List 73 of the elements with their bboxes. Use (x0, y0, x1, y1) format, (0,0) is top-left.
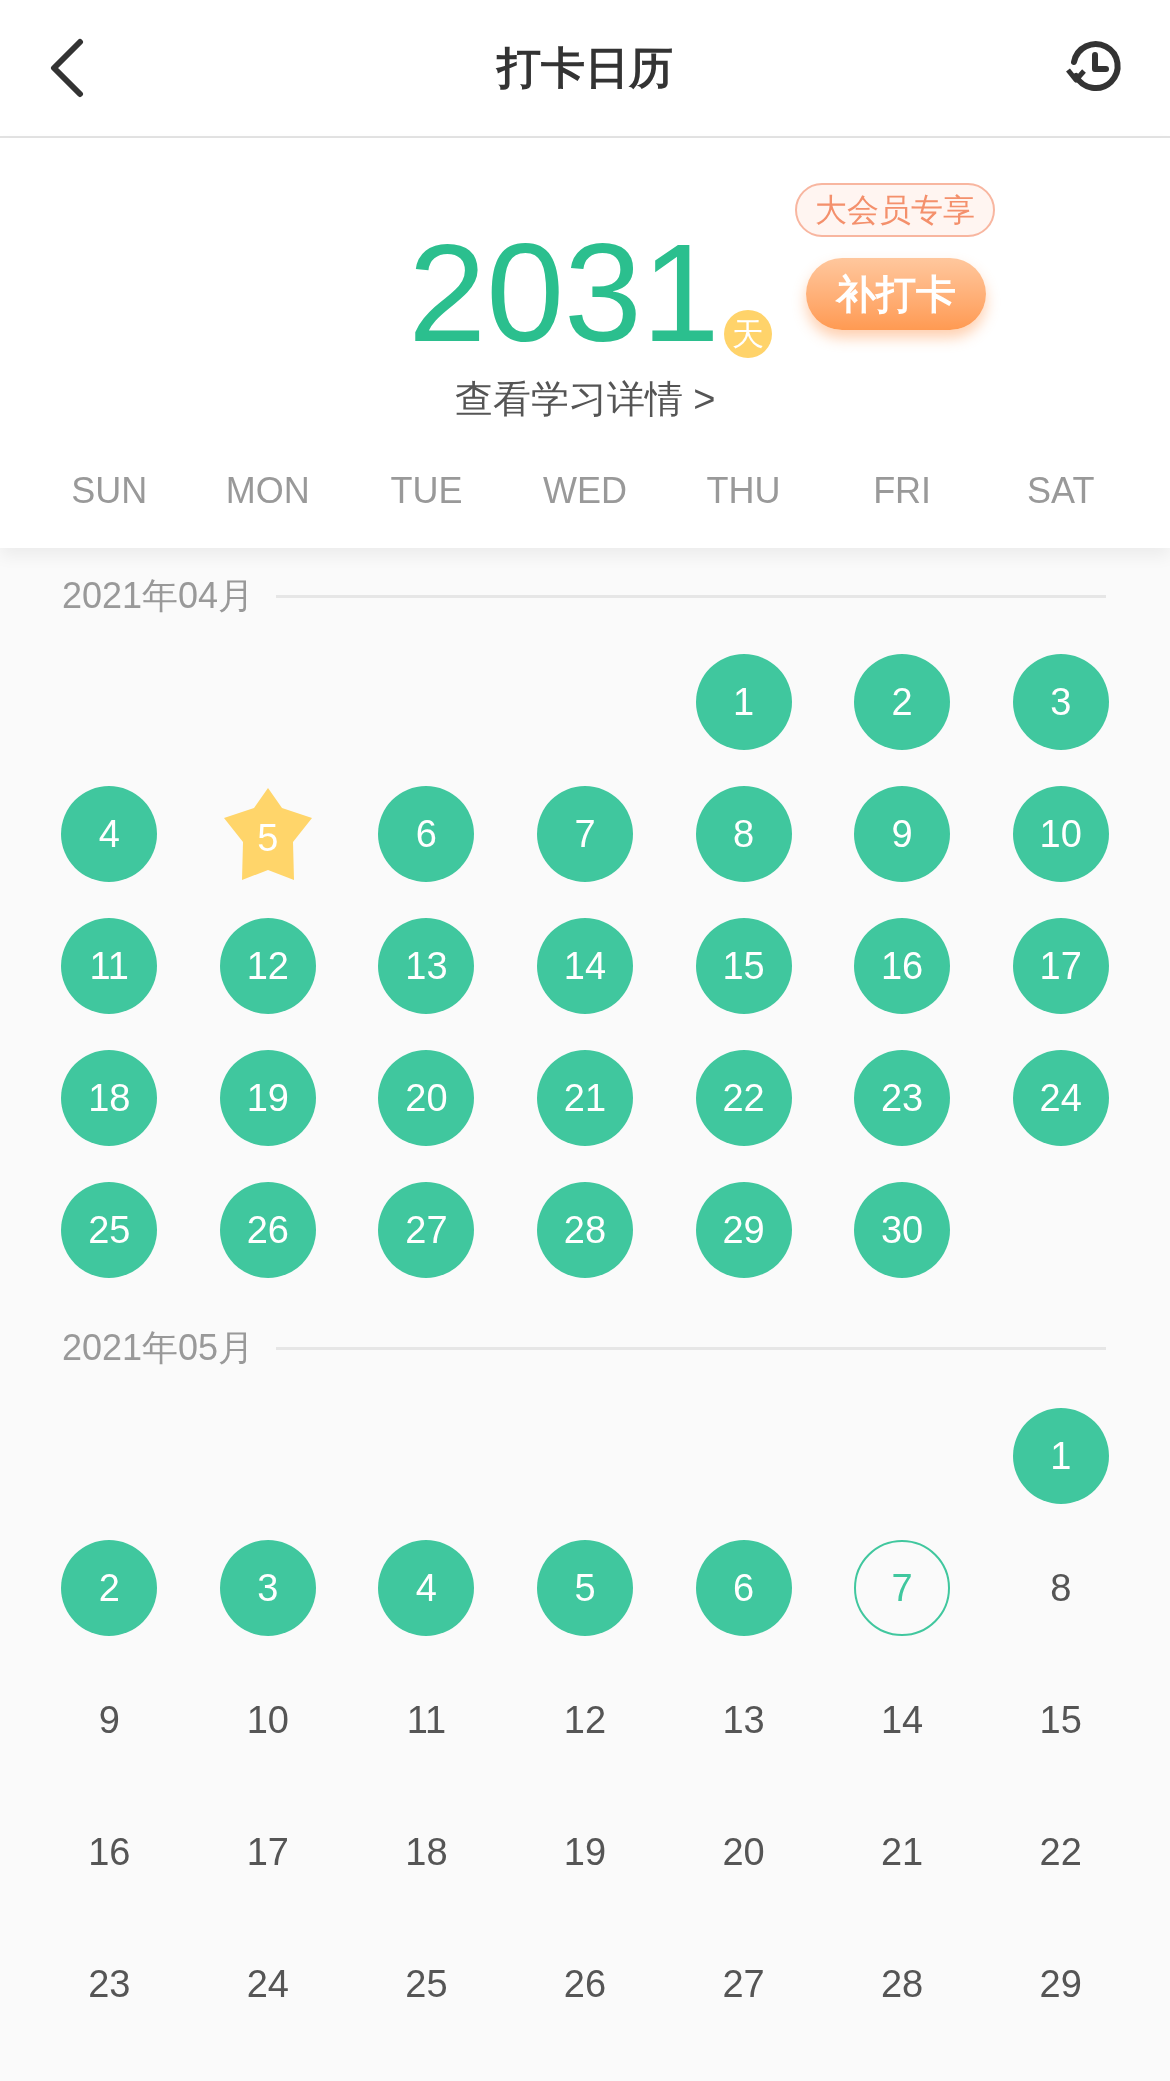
checked-day[interactable]: 10 (1012, 786, 1109, 882)
calendar-day[interactable]: 8 (1050, 1559, 1072, 1617)
checked-day[interactable]: 22 (695, 1050, 792, 1146)
checked-day[interactable]: 19 (219, 1050, 316, 1146)
calendar-day[interactable]: 17 (246, 1823, 289, 1881)
checked-day[interactable]: 20 (378, 1050, 475, 1146)
today-day[interactable]: 7 (854, 1540, 951, 1636)
checked-day[interactable]: 26 (219, 1182, 316, 1278)
month-label: 2021年04月 (62, 574, 255, 618)
calendar-day[interactable]: 22 (1039, 1823, 1082, 1881)
page-title: 打卡日历 (497, 42, 673, 94)
weekday-label: THU (706, 469, 781, 513)
calendar-day[interactable]: 12 (563, 1691, 607, 1749)
weekday-label: MON (225, 469, 310, 513)
checked-day[interactable]: 24 (1012, 1050, 1109, 1146)
calendar-day[interactable]: 21 (881, 1823, 924, 1881)
calendar-day[interactable]: 15 (1039, 1691, 1082, 1749)
checked-day[interactable]: 2 (854, 654, 951, 750)
checked-day[interactable]: 6 (378, 786, 475, 882)
checked-day[interactable]: 23 (854, 1050, 951, 1146)
day-count: 2031 (408, 223, 720, 363)
calendar-day[interactable]: 27 (722, 1955, 765, 2013)
calendar-day[interactable]: 13 (722, 1691, 765, 1749)
checked-day[interactable]: 4 (378, 1540, 475, 1636)
checked-day[interactable]: 8 (695, 786, 792, 882)
checked-day[interactable]: 4 (61, 786, 158, 882)
checked-day[interactable]: 7 (537, 786, 633, 882)
calendar-day[interactable]: 23 (88, 1955, 131, 2013)
checked-day[interactable]: 28 (537, 1182, 633, 1278)
calendar-day[interactable]: 25 (405, 1955, 448, 2013)
calendar-day[interactable]: 14 (881, 1691, 924, 1749)
checked-day[interactable]: 25 (61, 1182, 158, 1278)
day-unit-badge: 天 (723, 310, 772, 358)
month-label: 2021年05月 (62, 1326, 255, 1370)
makeup-checkin-button[interactable]: 补打卡 (806, 258, 986, 330)
study-details-link[interactable]: 查看学习详情 > (454, 371, 716, 428)
calendar-day[interactable]: 19 (563, 1823, 607, 1881)
weekday-label: SUN (71, 469, 148, 513)
checked-day[interactable]: 3 (219, 1540, 316, 1636)
checked-day[interactable]: 11 (61, 918, 158, 1014)
weekday-label: WED (543, 469, 627, 513)
checked-day[interactable]: 6 (695, 1540, 792, 1636)
calendar-day[interactable]: 29 (1039, 1955, 1082, 2013)
checked-day[interactable]: 17 (1012, 918, 1109, 1014)
calendar-day[interactable]: 24 (246, 1955, 289, 2013)
weekday-label: FRI (873, 469, 932, 513)
weekday-label: SAT (1027, 469, 1095, 513)
checked-day[interactable]: 2 (61, 1540, 158, 1636)
checked-day[interactable]: 29 (695, 1182, 792, 1278)
calendar-day[interactable]: 10 (246, 1691, 289, 1749)
checked-day[interactable]: 9 (854, 786, 951, 882)
calendar-day[interactable]: 18 (405, 1823, 448, 1881)
checked-day[interactable]: 27 (378, 1182, 475, 1278)
checked-day[interactable]: 5 (537, 1540, 633, 1636)
weekday-label: TUE (390, 469, 463, 513)
calendar-day[interactable]: 20 (722, 1823, 765, 1881)
calendar-day[interactable]: 28 (881, 1955, 924, 2013)
checked-day[interactable]: 21 (537, 1050, 633, 1146)
checked-day[interactable]: 14 (537, 918, 633, 1014)
vip-tooltip: 大会员专享 (795, 183, 995, 237)
calendar-day[interactable]: 9 (98, 1691, 120, 1749)
checked-day[interactable]: 30 (854, 1182, 951, 1278)
calendar-day[interactable]: 11 (406, 1691, 447, 1749)
checked-day[interactable]: 12 (219, 918, 316, 1014)
checked-day[interactable]: 16 (854, 918, 951, 1014)
calendar-day[interactable]: 16 (88, 1823, 131, 1881)
calendar-day[interactable]: 26 (563, 1955, 607, 2013)
checked-day[interactable]: 15 (695, 918, 792, 1014)
checked-day[interactable]: 13 (378, 918, 475, 1014)
checked-day[interactable]: 1 (695, 654, 792, 750)
checked-day[interactable]: 3 (1012, 654, 1109, 750)
checked-day[interactable]: 1 (1012, 1408, 1109, 1504)
checked-day[interactable]: 18 (61, 1050, 158, 1146)
